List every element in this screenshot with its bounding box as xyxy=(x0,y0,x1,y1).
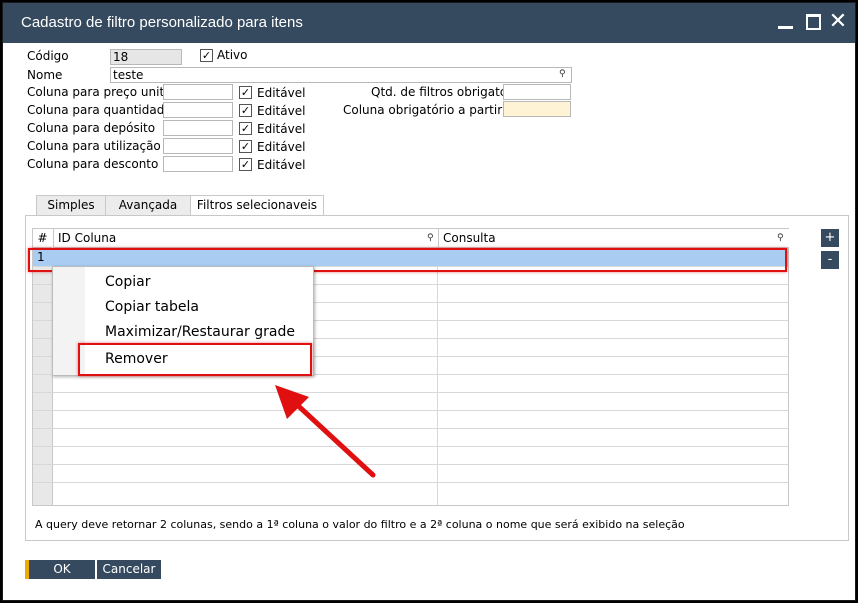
deposito-editavel-label: Editável xyxy=(257,122,306,136)
qtd-filtros-label: Qtd. de filtros obrigatc xyxy=(371,85,507,99)
quantidade-label: Coluna para quantidade xyxy=(27,103,172,117)
tab-simples[interactable]: Simples xyxy=(36,195,106,215)
arrow-icon xyxy=(275,385,376,478)
link-arrow-icon: ⚲ xyxy=(427,233,434,243)
grid-header-index: # xyxy=(33,229,52,248)
codigo-field[interactable]: 18 xyxy=(110,49,182,65)
utilizacao-editavel-checkbox[interactable]: ✓ xyxy=(239,140,252,153)
ok-button[interactable]: OK xyxy=(25,560,95,579)
close-icon[interactable]: ✕ xyxy=(827,11,849,33)
tab-avancada[interactable]: Avançada xyxy=(105,195,191,215)
quantidade-editavel-checkbox[interactable]: ✓ xyxy=(239,104,252,117)
ativo-label: Ativo xyxy=(217,48,248,62)
quantidade-editavel-label: Editável xyxy=(257,104,306,118)
nome-field[interactable]: teste xyxy=(110,67,572,83)
grid-row-line xyxy=(33,410,788,411)
grid-row-line xyxy=(33,392,788,393)
query-note: A query deve retornar 2 colunas, sendo a… xyxy=(35,518,685,531)
deposito-label: Coluna para depósito xyxy=(27,121,156,135)
grid-row-line xyxy=(33,428,788,429)
tab-filtros-selecionaveis[interactable]: Filtros selecionaveis xyxy=(190,195,324,216)
desconto-field[interactable] xyxy=(163,156,233,172)
qtd-filtros-field[interactable] xyxy=(503,84,571,100)
preco-label: Coluna para preço unit xyxy=(27,85,165,99)
coluna-obrig-label: Coluna obrigatório a partir dc xyxy=(343,103,521,117)
grid-header-consulta[interactable]: Consulta xyxy=(438,229,789,248)
link-arrow-icon: ⚲ xyxy=(777,233,784,243)
preco-editavel-checkbox[interactable]: ✓ xyxy=(239,86,252,99)
grid-row-line xyxy=(33,482,788,483)
ativo-checkbox[interactable]: ✓ xyxy=(200,49,213,62)
desconto-editavel-checkbox[interactable]: ✓ xyxy=(239,158,252,171)
maximize-icon[interactable] xyxy=(803,11,825,33)
utilizacao-label: Coluna para utilização xyxy=(27,139,161,153)
dialog-body: Código 18 ✓ Ativo Nome teste ⚲ Coluna pa… xyxy=(3,43,855,600)
title-bar[interactable]: Cadastro de filtro personalizado para it… xyxy=(3,3,855,43)
minimize-icon[interactable] xyxy=(775,11,797,33)
desconto-label: Coluna para desconto xyxy=(27,157,159,171)
dialog-window: Cadastro de filtro personalizado para it… xyxy=(2,2,856,601)
add-row-button[interactable]: + xyxy=(821,229,839,247)
grid-header-id-coluna[interactable]: ID Coluna xyxy=(53,229,442,248)
menu-item-maximizar-restaurar[interactable]: Maximizar/Restaurar grade xyxy=(105,324,295,340)
preco-field[interactable] xyxy=(163,84,233,100)
desconto-editavel-label: Editável xyxy=(257,158,306,172)
cancel-button[interactable]: Cancelar xyxy=(97,560,161,579)
menu-item-copiar[interactable]: Copiar xyxy=(105,274,150,290)
nome-label: Nome xyxy=(27,68,63,82)
coluna-obrig-field[interactable] xyxy=(503,101,571,117)
menu-item-copiar-tabela[interactable]: Copiar tabela xyxy=(105,299,199,315)
codigo-label: Código xyxy=(27,49,69,63)
utilizacao-field[interactable] xyxy=(163,138,233,154)
grid-row-line xyxy=(33,446,788,447)
grid-row-line xyxy=(33,464,788,465)
row-header-column xyxy=(33,248,53,505)
link-arrow-icon[interactable]: ⚲ xyxy=(559,69,566,79)
deposito-field[interactable] xyxy=(163,120,233,136)
remove-row-button[interactable]: - xyxy=(821,251,839,269)
preco-editavel-label: Editável xyxy=(257,86,306,100)
window-title: Cadastro de filtro personalizado para it… xyxy=(21,14,303,31)
utilizacao-editavel-label: Editável xyxy=(257,140,306,154)
quantidade-field[interactable] xyxy=(163,102,233,118)
remover-highlight-box xyxy=(78,343,312,376)
deposito-editavel-checkbox[interactable]: ✓ xyxy=(239,122,252,135)
